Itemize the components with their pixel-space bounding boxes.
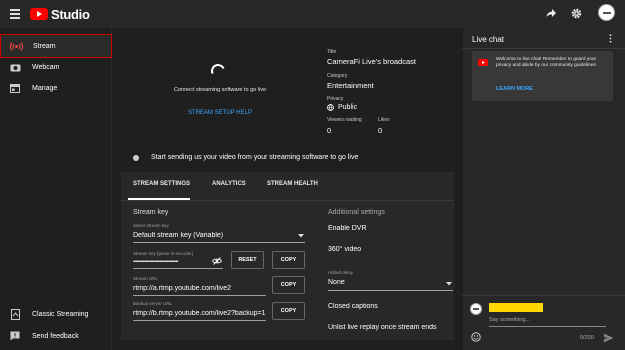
tab-analytics[interactable]: ANALYTICS <box>212 181 246 187</box>
360-video-toggle[interactable]: 360° video <box>328 246 361 253</box>
gear-icon[interactable] <box>571 8 582 19</box>
sidebar-item-label: Webcam <box>32 63 60 71</box>
sidebar-item-label: Classic Streaming <box>32 310 89 318</box>
url-underline <box>133 295 266 296</box>
backup-underline <box>133 320 266 321</box>
sidebar-item-label: Stream <box>33 42 56 50</box>
classic-icon <box>8 308 22 320</box>
sidebar-item-label: Manage <box>32 84 58 92</box>
select-underline <box>133 242 305 243</box>
additional-settings-heading: Additional settings <box>328 209 385 216</box>
more-options-icon[interactable] <box>609 34 612 43</box>
account-avatar[interactable] <box>598 4 615 21</box>
select-stream-key-label: Select stream key <box>133 223 169 228</box>
stream-url-field[interactable]: rtmp://a.rtmp.youtube.com/live2 <box>133 285 266 292</box>
privacy-row: Public <box>327 104 357 111</box>
chevron-down-icon[interactable] <box>298 234 304 238</box>
brand-label: Studio <box>51 6 90 22</box>
sidebar-item-send-feedback[interactable]: Send feedback <box>0 324 112 348</box>
title-label: Title <box>327 49 337 55</box>
visibility-off-icon[interactable] <box>212 257 222 265</box>
studio-logo[interactable]: Studio <box>30 6 90 22</box>
char-counter: 0/200 <box>580 335 594 341</box>
enable-dvr-toggle[interactable]: Enable DVR <box>328 225 367 232</box>
chat-message-input[interactable]: Say something... <box>489 317 530 323</box>
stream-key-field[interactable]: •••••••••••••••••••••••••••••••••••• <box>133 259 213 265</box>
reset-button[interactable]: RESET <box>231 251 264 269</box>
youtube-logo-icon <box>30 8 48 20</box>
welcome-text: Welcome to live chat! Remember to guard … <box>496 57 598 68</box>
stream-setup-help-link[interactable]: STREAM SETUP HELP <box>140 110 300 116</box>
youtube-logo-icon <box>478 59 488 66</box>
sidebar: Stream Webcam Manage Classic Streaming S… <box>0 28 112 350</box>
category-value: Entertainment <box>327 81 374 90</box>
backup-url-field[interactable]: rtmp://b.rtmp.youtube.com/live2?backup=1 <box>133 310 266 317</box>
feedback-icon <box>8 331 22 341</box>
top-bar <box>0 0 625 28</box>
likes-label: Likes <box>378 117 390 123</box>
delay-underline <box>328 290 453 291</box>
chat-input-underline <box>489 326 606 327</box>
viewers-count: 0 <box>327 126 332 135</box>
calendar-icon <box>8 83 22 93</box>
menu-icon[interactable] <box>10 9 20 19</box>
stream-url-label: Stream URL <box>133 276 158 281</box>
tab-stream-settings[interactable]: STREAM SETTINGS <box>133 181 190 187</box>
send-icon[interactable] <box>603 333 614 343</box>
loading-spinner <box>209 62 227 80</box>
unlist-replay-toggle[interactable]: Unlist live replay once stream ends <box>328 324 453 331</box>
stream-key-select[interactable]: Default stream key (Variable) <box>133 232 293 239</box>
learn-more-link[interactable]: LEARN MORE <box>496 86 533 92</box>
chat-user-avatar <box>470 303 482 315</box>
chat-header-divider <box>462 48 625 49</box>
copy-backup-button[interactable]: COPY <box>272 302 305 320</box>
category-label: Category <box>327 73 348 79</box>
sidebar-item-classic-streaming[interactable]: Classic Streaming <box>0 302 112 326</box>
stream-key-label: Stream key (paste in encoder) <box>133 251 194 256</box>
tabs-divider <box>121 200 454 201</box>
copy-url-button[interactable]: COPY <box>272 276 305 294</box>
chat-username-badge <box>489 303 543 312</box>
backup-url-label: Backup server URL <box>133 301 173 306</box>
status-message: Start sending us your video from your st… <box>151 154 359 161</box>
stream-key-heading: Stream key <box>133 209 169 216</box>
chat-input-divider <box>462 295 625 296</box>
broadcast-title: CameraFi Live's broadcast <box>327 57 416 66</box>
share-icon[interactable] <box>546 8 557 18</box>
added-delay-label: Added delay <box>328 270 354 275</box>
status-indicator <box>133 155 139 161</box>
sidebar-item-label: Send feedback <box>32 332 79 340</box>
key-underline <box>133 268 223 269</box>
preview-message: Connect streaming software to go live <box>173 87 267 93</box>
likes-count: 0 <box>378 126 383 135</box>
delay-select[interactable]: None <box>328 279 345 286</box>
copy-key-button[interactable]: COPY <box>272 251 305 269</box>
sidebar-item-manage[interactable]: Manage <box>0 76 112 100</box>
chat-title: Live chat <box>472 35 505 44</box>
broadcast-icon <box>9 41 23 51</box>
privacy-label: Privacy <box>327 96 344 102</box>
emoji-icon[interactable] <box>471 332 481 342</box>
closed-captions-toggle[interactable]: Closed captions <box>328 303 378 310</box>
tab-stream-health[interactable]: STREAM HEALTH <box>267 181 318 187</box>
camera-icon <box>8 63 22 72</box>
privacy-value: Public <box>338 104 358 111</box>
chevron-down-icon[interactable] <box>446 282 452 286</box>
globe-icon <box>327 104 334 111</box>
viewers-label: Viewers waiting <box>327 117 362 123</box>
